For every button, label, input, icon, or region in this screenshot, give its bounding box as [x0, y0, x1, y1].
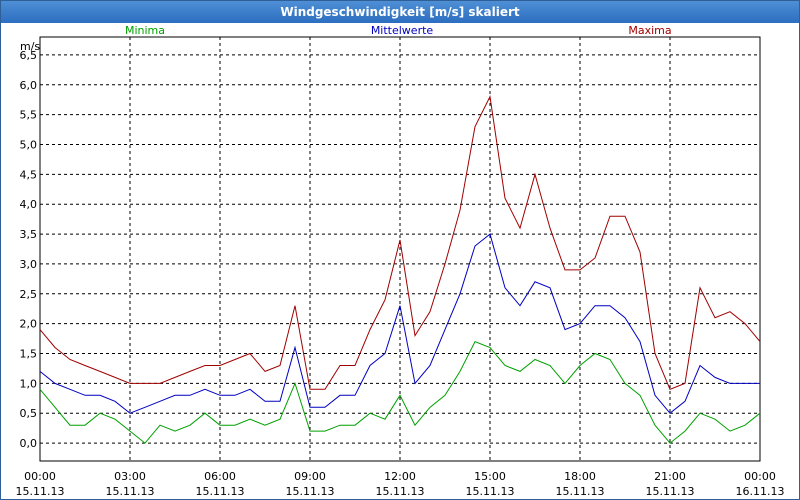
- legend-maxima: Maxima: [628, 24, 671, 37]
- x-tick-time: 15:00: [474, 470, 506, 483]
- x-tick-date: 15.11.13: [466, 485, 515, 498]
- x-tick-time: 03:00: [114, 470, 146, 483]
- y-axis-label: m/s: [20, 40, 40, 53]
- x-tick-date: 15.11.13: [376, 485, 425, 498]
- y-tick-label: 5,5: [20, 109, 38, 122]
- legend-mittelwerte: Mittelwerte: [371, 24, 434, 37]
- y-tick-label: 4,5: [20, 168, 38, 181]
- x-tick-date: 15.11.13: [286, 485, 335, 498]
- x-tick-date: 15.11.13: [646, 485, 695, 498]
- legend-minima: Minima: [125, 24, 165, 37]
- y-tick-label: 1,5: [20, 348, 38, 361]
- x-tick-date: 16.11.13: [736, 485, 785, 498]
- wind-speed-chart: 0,00,51,01,52,02,53,03,54,04,55,05,56,06…: [16, 24, 785, 498]
- y-tick-label: 3,0: [20, 258, 38, 271]
- x-tick-time: 06:00: [204, 470, 236, 483]
- y-tick-label: 6,0: [20, 79, 38, 92]
- y-tick-label: 5,0: [20, 138, 38, 151]
- x-tick-date: 15.11.13: [16, 485, 65, 498]
- y-tick-label: 4,0: [20, 198, 38, 211]
- y-tick-label: 2,5: [20, 288, 38, 301]
- y-tick-label: 2,0: [20, 318, 38, 331]
- x-tick-time: 00:00: [744, 470, 776, 483]
- x-tick-date: 15.11.13: [556, 485, 605, 498]
- x-tick-time: 00:00: [24, 470, 56, 483]
- x-tick-time: 21:00: [654, 470, 686, 483]
- y-tick-label: 0,5: [20, 407, 38, 420]
- x-tick-date: 15.11.13: [196, 485, 245, 498]
- y-tick-label: 0,0: [20, 437, 38, 450]
- y-tick-label: 1,0: [20, 377, 38, 390]
- x-tick-time: 18:00: [564, 470, 596, 483]
- x-tick-time: 12:00: [384, 470, 416, 483]
- x-tick-time: 09:00: [294, 470, 326, 483]
- x-tick-date: 15.11.13: [106, 485, 155, 498]
- y-tick-label: 3,5: [20, 228, 38, 241]
